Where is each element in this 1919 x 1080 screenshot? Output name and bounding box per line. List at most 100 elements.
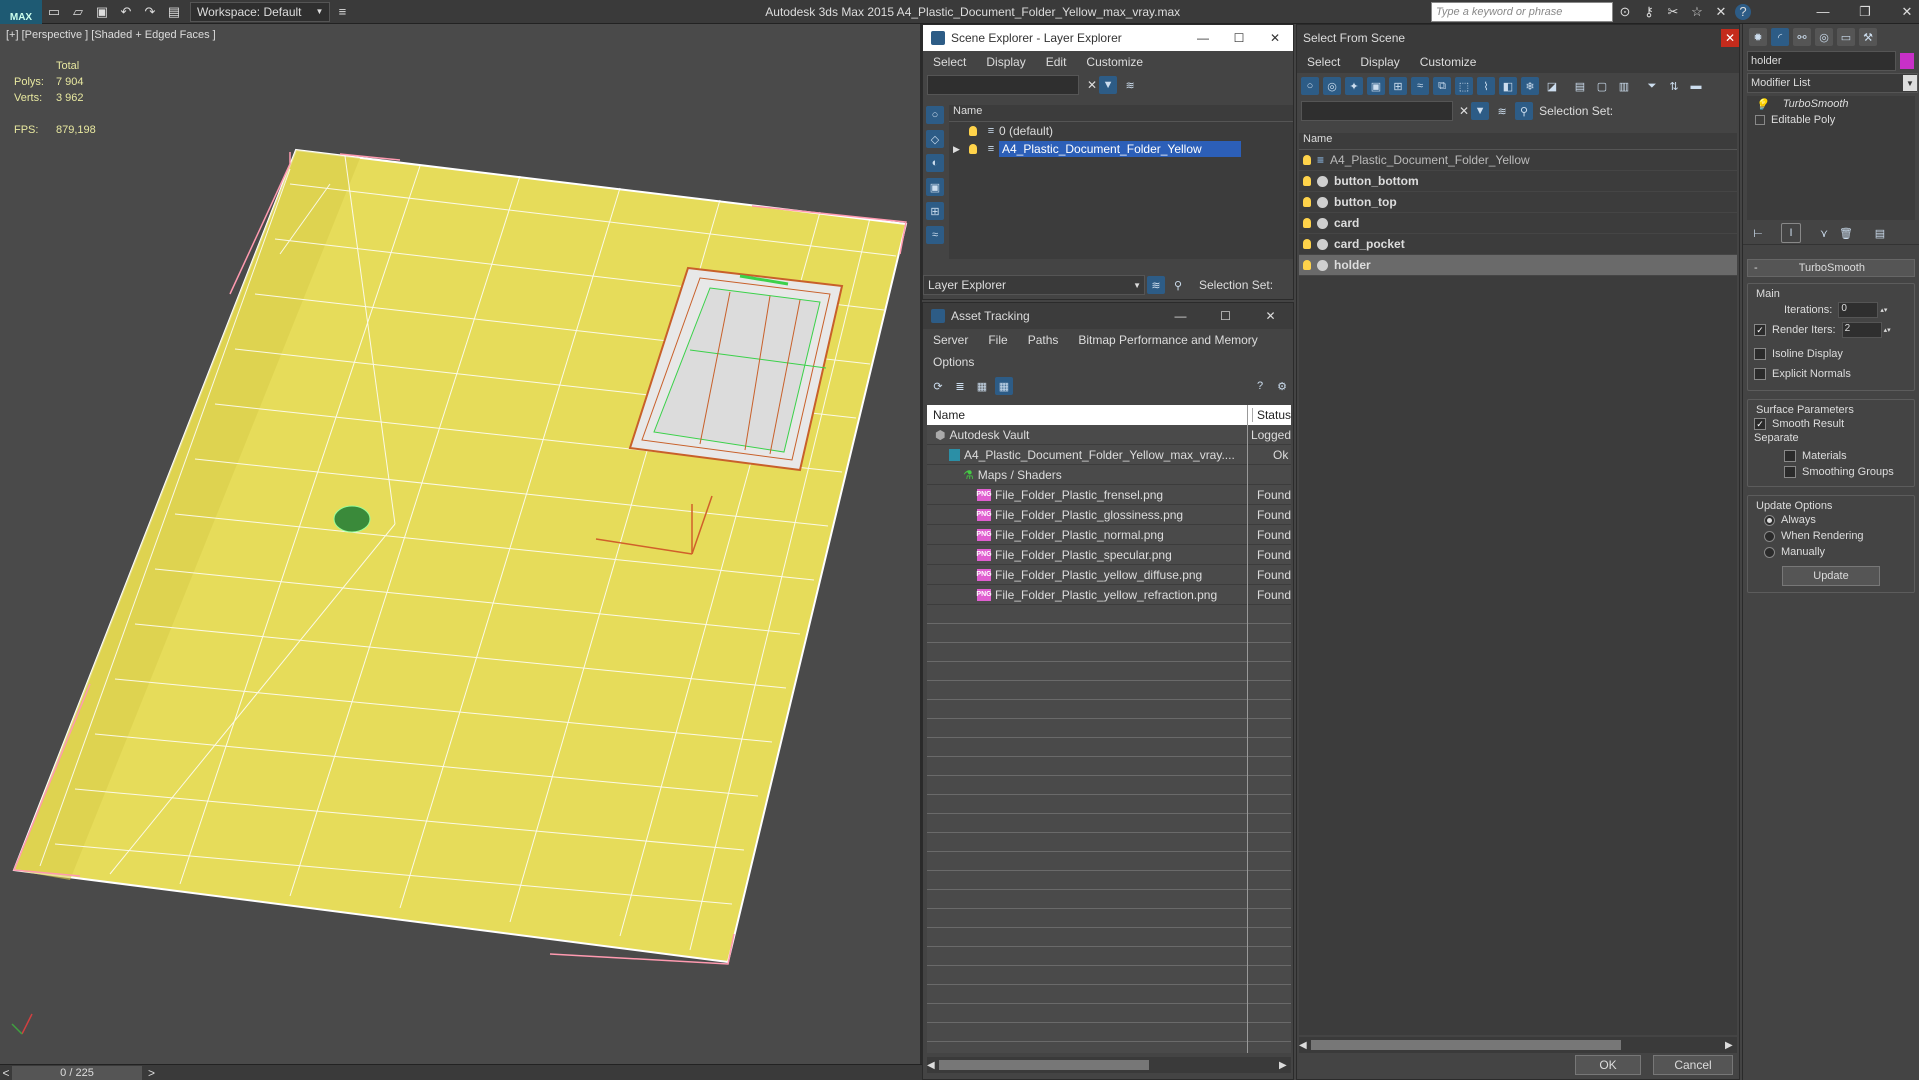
hierarchy-tab-icon[interactable]: ⚯ bbox=[1793, 28, 1811, 46]
object-color-swatch[interactable] bbox=[1900, 53, 1914, 69]
redo-icon[interactable]: ↷ bbox=[140, 2, 160, 22]
filter-icon[interactable]: ▼ bbox=[1471, 102, 1490, 120]
minimize-icon[interactable]: — bbox=[1158, 309, 1203, 323]
maximize-icon[interactable]: ☐ bbox=[1221, 31, 1257, 45]
modifier-list-dropdown[interactable]: Modifier List ▼ bbox=[1747, 73, 1918, 93]
layers-toggle-icon[interactable]: ≋ bbox=[1121, 76, 1139, 94]
lightbulb-icon[interactable] bbox=[1303, 260, 1311, 270]
layer-icon[interactable]: ≋ bbox=[1493, 102, 1511, 120]
display-invert-icon[interactable]: ▥ bbox=[1615, 77, 1633, 95]
find-field[interactable] bbox=[1301, 101, 1453, 121]
ok-button[interactable]: OK bbox=[1575, 1055, 1641, 1075]
display-lights-icon[interactable]: ◐ bbox=[926, 154, 944, 172]
prev-frame-icon[interactable]: < bbox=[0, 1066, 12, 1080]
maximize-icon[interactable]: ☐ bbox=[1203, 309, 1248, 323]
hierarchy-mode-icon[interactable]: ⚲ bbox=[1169, 276, 1187, 294]
menu-edit[interactable]: Edit bbox=[1036, 55, 1077, 69]
display-tab-icon[interactable]: ▭ bbox=[1837, 28, 1855, 46]
menu-select[interactable]: Select bbox=[923, 55, 976, 69]
scrollbar-thumb[interactable] bbox=[1311, 1040, 1621, 1050]
expand-arrow-icon[interactable]: ▶ bbox=[953, 144, 969, 155]
utilities-tab-icon[interactable]: ⚒ bbox=[1859, 28, 1877, 46]
isoline-checkbox[interactable] bbox=[1754, 348, 1766, 360]
button-top[interactable] bbox=[333, 505, 371, 533]
lightbulb-icon[interactable] bbox=[969, 144, 977, 154]
help-icon[interactable]: ? bbox=[1735, 3, 1751, 20]
filter-frozen-icon[interactable]: ❄ bbox=[1521, 77, 1539, 95]
create-tab-icon[interactable]: ✹ bbox=[1749, 28, 1767, 46]
sort-icon[interactable]: ⇅ bbox=[1665, 77, 1683, 95]
folder-model[interactable] bbox=[0, 24, 922, 1064]
lightbulb-icon[interactable] bbox=[1303, 176, 1311, 186]
scroll-left-icon[interactable]: ◀ bbox=[1299, 1040, 1311, 1051]
manually-radio[interactable] bbox=[1764, 546, 1775, 558]
layer-row-folder[interactable]: ▶ ≡ A4_Plastic_Document_Folder_Yellow bbox=[949, 140, 1293, 158]
make-unique-icon[interactable]: ⋎ bbox=[1815, 224, 1833, 242]
list-view-icon[interactable]: ≣ bbox=[951, 377, 969, 395]
menu-customize[interactable]: Customize bbox=[1410, 55, 1487, 69]
lightbulb-icon[interactable] bbox=[969, 126, 977, 136]
asset-row[interactable]: PNG File_Folder_Plastic_specular.png Found bbox=[927, 545, 1291, 565]
tools-icon[interactable]: ✂ bbox=[1663, 2, 1683, 22]
time-slider-thumb[interactable]: 0 / 225 bbox=[12, 1065, 142, 1080]
collapse-icon[interactable]: - bbox=[1748, 262, 1764, 274]
app-logo[interactable]: MAX bbox=[0, 0, 42, 24]
status-column-header[interactable]: Status bbox=[1253, 408, 1291, 422]
search-input[interactable]: Type a keyword or phrase bbox=[1431, 1, 1613, 22]
scene-object-row[interactable]: button_top bbox=[1299, 192, 1737, 213]
asset-row[interactable]: ⚗ Maps / Shaders bbox=[927, 465, 1291, 485]
close-icon[interactable]: ✕ bbox=[1248, 309, 1293, 323]
asset-row[interactable]: PNG File_Folder_Plastic_frensel.png Found bbox=[927, 485, 1291, 505]
filter-lights-icon[interactable]: ✦ bbox=[1345, 77, 1363, 95]
update-button[interactable]: Update bbox=[1782, 566, 1880, 586]
asset-row[interactable]: PNG File_Folder_Plastic_glossiness.png Fou… bbox=[927, 505, 1291, 525]
star-icon[interactable]: ☆ bbox=[1687, 2, 1707, 22]
asset-row[interactable]: ⬢ Autodesk Vault Logged bbox=[927, 425, 1291, 445]
filter-hidden-icon[interactable]: ◪ bbox=[1543, 77, 1561, 95]
display-all-icon[interactable]: ▤ bbox=[1571, 77, 1589, 95]
clear-search-icon[interactable]: ✕ bbox=[1459, 104, 1469, 118]
filter-cameras-icon[interactable]: ▣ bbox=[1367, 77, 1385, 95]
layer-mode-icon[interactable]: ≋ bbox=[1147, 276, 1165, 294]
spinner-arrows-icon[interactable]: ▴▾ bbox=[1884, 326, 1891, 334]
find-field[interactable] bbox=[927, 75, 1079, 95]
scroll-right-icon[interactable]: ▶ bbox=[1279, 1060, 1291, 1071]
workspace-dropdown[interactable]: Workspace: Default ▼ bbox=[190, 1, 331, 22]
asset-row[interactable]: A4_Plastic_Document_Folder_Yellow_max_vr… bbox=[927, 445, 1291, 465]
lightbulb-icon[interactable] bbox=[1303, 155, 1311, 165]
minimize-window-button[interactable]: — bbox=[1813, 2, 1833, 22]
lightbulb-icon[interactable]: 💡 bbox=[1755, 98, 1769, 111]
perspective-viewport[interactable]: [+] [Perspective ] [Shaded + Edged Faces… bbox=[0, 24, 922, 1064]
menu-server[interactable]: Server bbox=[923, 333, 978, 347]
scene-object-row[interactable]: ≡ A4_Plastic_Document_Folder_Yellow bbox=[1299, 150, 1737, 171]
thumbnail-view-icon[interactable]: ▦ bbox=[973, 377, 991, 395]
name-column-header[interactable]: Name bbox=[949, 105, 1293, 122]
menu-file[interactable]: File bbox=[978, 333, 1017, 347]
refresh-icon[interactable]: ⟳ bbox=[929, 377, 947, 395]
collapse-icon[interactable]: ▬ bbox=[1687, 77, 1705, 95]
configure-sets-icon[interactable]: ▤ bbox=[1871, 224, 1889, 242]
asset-row[interactable]: PNG File_Folder_Plastic_yellow_diffuse.pn… bbox=[927, 565, 1291, 585]
when-rendering-radio[interactable] bbox=[1764, 530, 1775, 542]
close-icon[interactable]: ✕ bbox=[1257, 31, 1293, 45]
clear-search-icon[interactable]: ✕ bbox=[1087, 78, 1097, 92]
settings-icon[interactable]: ⚙ bbox=[1273, 377, 1291, 395]
render-iters-checkbox[interactable]: ✓ bbox=[1754, 324, 1766, 336]
materials-checkbox[interactable] bbox=[1784, 450, 1796, 462]
remove-modifier-icon[interactable]: 🗑 bbox=[1837, 224, 1855, 242]
save-file-icon[interactable]: ▣ bbox=[92, 2, 112, 22]
help-icon[interactable]: ? bbox=[1251, 377, 1269, 395]
next-frame-icon[interactable]: > bbox=[148, 1066, 155, 1080]
menu-select[interactable]: Select bbox=[1297, 55, 1350, 69]
scene-object-row[interactable]: holder bbox=[1299, 255, 1737, 276]
show-end-result-icon[interactable]: I bbox=[1781, 223, 1801, 243]
filter-shapes-icon[interactable]: ◎ bbox=[1323, 77, 1341, 95]
stack-item-turbosmooth[interactable]: 💡 TurboSmooth bbox=[1747, 96, 1915, 112]
scrollbar-thumb[interactable] bbox=[939, 1060, 1149, 1070]
key-icon[interactable]: ⚷ bbox=[1639, 2, 1659, 22]
undo-icon[interactable]: ↶ bbox=[116, 2, 136, 22]
lightbulb-icon[interactable] bbox=[1303, 218, 1311, 228]
name-column-header[interactable]: Name bbox=[927, 408, 1253, 422]
close-x-icon[interactable]: ✕ bbox=[1711, 2, 1731, 22]
expand-icon[interactable] bbox=[1755, 115, 1765, 125]
